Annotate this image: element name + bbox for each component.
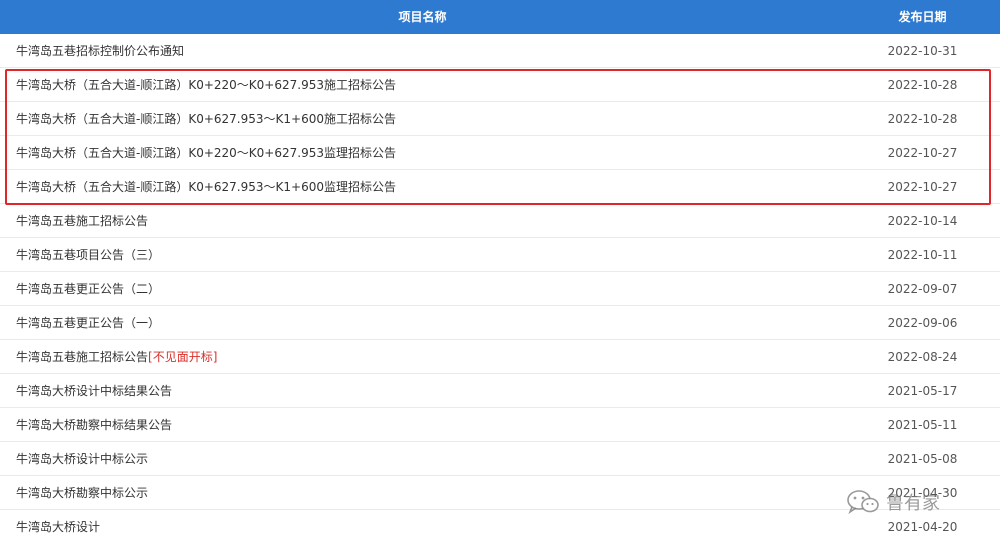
row-title-link[interactable]: 牛湾岛五巷施工招标公告[不见面开标]: [16, 340, 217, 374]
wechat-icon: [846, 489, 880, 515]
row-title-link[interactable]: 牛湾岛大桥勘察中标公示: [16, 476, 148, 510]
row-title-link[interactable]: 牛湾岛五巷施工招标公告: [16, 204, 148, 238]
row-title-link[interactable]: 牛湾岛大桥设计: [16, 510, 100, 544]
row-date: 2022-09-07: [887, 282, 958, 296]
watermark-text: 鲁有家: [886, 493, 940, 514]
watermark: 鲁有家: [846, 488, 940, 516]
table-row[interactable]: 牛湾岛大桥（五合大道-顺江路）K0+627.953～K1+600监理招标公告 20…: [0, 170, 1000, 204]
column-header-name: 项目名称: [398, 10, 447, 24]
table-row[interactable]: 牛湾岛五巷更正公告（二） 2022-09-07: [0, 272, 1000, 306]
row-title-link[interactable]: 牛湾岛大桥（五合大道-顺江路）K0+627.953～K1+600施工招标公告: [16, 102, 396, 136]
row-title-link[interactable]: 牛湾岛五巷项目公告（三）: [16, 238, 160, 272]
table-row[interactable]: 牛湾岛五巷招标控制价公布通知 2022-10-31: [0, 34, 1000, 68]
announcement-list: 牛湾岛五巷招标控制价公布通知 2022-10-31 牛湾岛大桥（五合大道-顺江路）…: [0, 34, 1000, 544]
table-row[interactable]: 牛湾岛大桥设计中标结果公告 2021-05-17: [0, 374, 1000, 408]
row-date: 2021-05-08: [887, 452, 958, 466]
column-header-date: 发布日期: [898, 10, 947, 24]
table-row[interactable]: 牛湾岛五巷更正公告（一） 2022-09-06: [0, 306, 1000, 340]
row-date: 2022-10-11: [887, 248, 958, 262]
row-date: 2022-09-06: [887, 316, 958, 330]
row-date: 2022-08-24: [887, 350, 958, 364]
table-row[interactable]: 牛湾岛五巷项目公告（三） 2022-10-11: [0, 238, 1000, 272]
table-row[interactable]: 牛湾岛大桥（五合大道-顺江路）K0+220～K0+627.953监理招标公告 20…: [0, 136, 1000, 170]
table-row[interactable]: 牛湾岛大桥勘察中标结果公告 2021-05-11: [0, 408, 1000, 442]
row-title-link[interactable]: 牛湾岛大桥设计中标公示: [16, 442, 148, 476]
row-title-link[interactable]: 牛湾岛大桥（五合大道-顺江路）K0+627.953～K1+600监理招标公告: [16, 170, 396, 204]
row-date: 2022-10-28: [887, 112, 958, 126]
table-row[interactable]: 牛湾岛大桥设计中标公示 2021-05-08: [0, 442, 1000, 476]
row-date: 2022-10-31: [887, 44, 958, 58]
row-date: 2022-10-14: [887, 214, 958, 228]
row-title-link[interactable]: 牛湾岛大桥勘察中标结果公告: [16, 408, 172, 442]
row-title-link[interactable]: 牛湾岛大桥（五合大道-顺江路）K0+220～K0+627.953监理招标公告: [16, 136, 396, 170]
row-title-link[interactable]: 牛湾岛大桥（五合大道-顺江路）K0+220～K0+627.953施工招标公告: [16, 68, 396, 102]
table-row[interactable]: 牛湾岛五巷施工招标公告 2022-10-14: [0, 204, 1000, 238]
row-date: 2021-05-11: [887, 418, 958, 432]
row-date: 2022-10-28: [887, 78, 958, 92]
row-tag: [不见面开标]: [148, 350, 218, 364]
row-title-link[interactable]: 牛湾岛五巷更正公告（二）: [16, 272, 160, 306]
table-header: 项目名称 发布日期: [0, 0, 1000, 34]
row-date: 2021-05-17: [887, 384, 958, 398]
table-row[interactable]: 牛湾岛大桥（五合大道-顺江路）K0+627.953～K1+600施工招标公告 20…: [0, 102, 1000, 136]
table-row[interactable]: 牛湾岛五巷施工招标公告[不见面开标] 2022-08-24: [0, 340, 1000, 374]
table-row[interactable]: 牛湾岛大桥（五合大道-顺江路）K0+220～K0+627.953施工招标公告 20…: [0, 68, 1000, 102]
row-title-link[interactable]: 牛湾岛五巷更正公告（一）: [16, 306, 160, 340]
row-date: 2022-10-27: [887, 146, 958, 160]
row-title-link[interactable]: 牛湾岛大桥设计中标结果公告: [16, 374, 172, 408]
row-title-link[interactable]: 牛湾岛五巷招标控制价公布通知: [16, 34, 184, 68]
row-date: 2022-10-27: [887, 180, 958, 194]
